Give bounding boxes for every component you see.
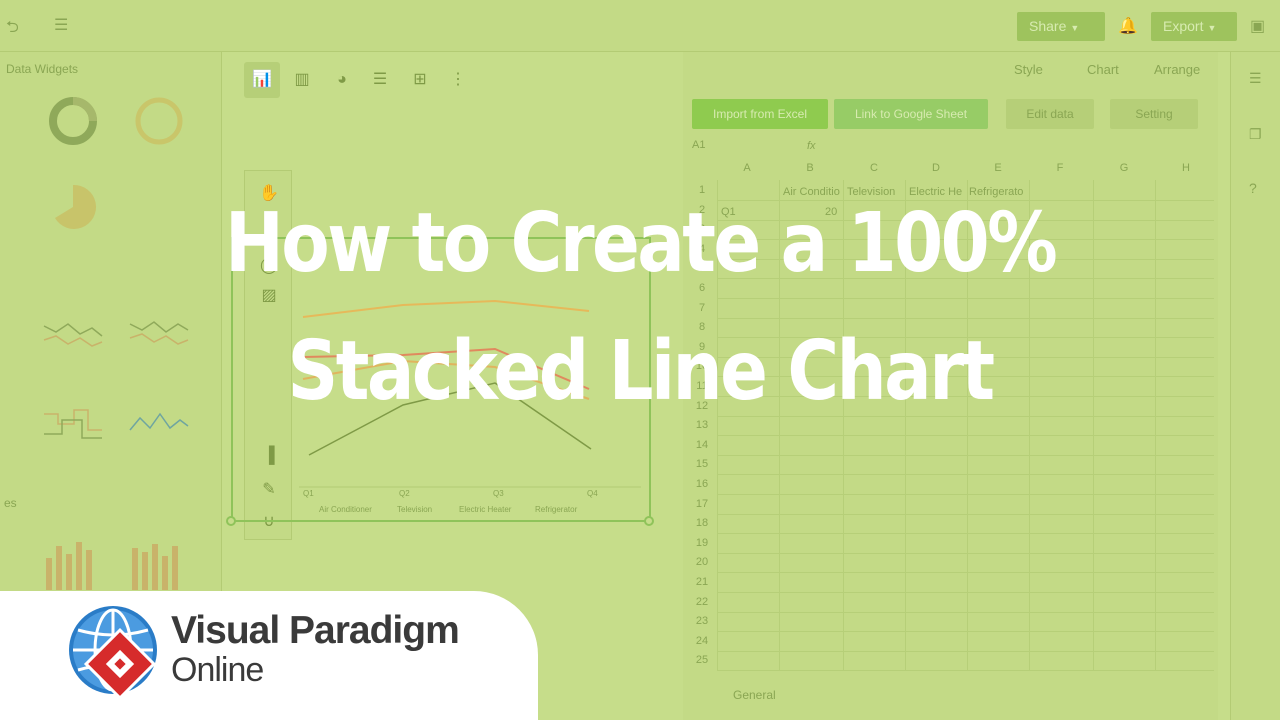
row-number[interactable]: 25 [687, 654, 717, 666]
chart-type-icon[interactable]: 📊 [244, 62, 280, 98]
import-excel-button[interactable]: Import from Excel [692, 99, 828, 129]
top-bar: ⮌ ☰ Share ▼ 🔔 Export ▼ ▣ [0, 0, 1280, 52]
row-number[interactable]: 18 [687, 517, 717, 529]
layout-icon[interactable]: ⊞ [402, 62, 438, 98]
help-icon[interactable]: ? [1249, 180, 1257, 196]
tab-arrange[interactable]: Arrange [1154, 62, 1200, 77]
grid-line [717, 631, 1214, 633]
column-header[interactable]: B [779, 162, 841, 180]
setting-button[interactable]: Setting [1110, 99, 1198, 129]
sliders-icon[interactable]: ☰ [362, 62, 398, 98]
resize-handle[interactable] [644, 516, 654, 526]
sheet-tab[interactable]: General [733, 688, 776, 702]
grid-line [717, 533, 1214, 535]
setting-label: Setting [1135, 107, 1173, 121]
export-button[interactable]: Export ▼ [1151, 12, 1237, 41]
export-label: Export [1163, 18, 1204, 34]
row-number[interactable]: 16 [687, 478, 717, 490]
gauge-widget[interactable] [130, 92, 188, 150]
back-icon[interactable]: ⮌ [6, 16, 19, 43]
brand-subtitle: Online [171, 651, 264, 689]
donut-widget[interactable] [44, 92, 102, 150]
grid-line [717, 611, 1214, 613]
share-label: Share [1029, 18, 1067, 34]
menu-icon[interactable]: ☰ [54, 15, 68, 35]
bar-chart-icon[interactable]: ▥ [284, 62, 320, 98]
sliders-icon[interactable]: ☰ [1249, 70, 1262, 87]
column-header[interactable]: G [1093, 162, 1155, 180]
stacked-bar-widget[interactable] [128, 538, 190, 592]
pie-chart-icon[interactable]: ◕ [324, 62, 360, 98]
column-header[interactable]: D [905, 162, 967, 180]
legend-item: Refrigerator [535, 505, 578, 514]
import-label: Import from Excel [712, 107, 808, 121]
chart-toolbar: 📊 ▥ ◕ ☰ ⊞ ⋮ [244, 62, 476, 100]
tab-style[interactable]: Style [1014, 62, 1043, 77]
column-header[interactable]: A [717, 162, 777, 180]
grid-line [717, 592, 1214, 593]
row-number[interactable]: 14 [687, 439, 717, 451]
grid-line [717, 650, 1214, 652]
x-tick: Q4 [587, 489, 598, 498]
grid-line [717, 670, 1214, 672]
x-tick: Q3 [493, 489, 504, 498]
row-number[interactable]: 20 [687, 556, 717, 568]
row-number[interactable]: 23 [687, 615, 717, 627]
x-tick: Q1 [303, 489, 314, 498]
row-number[interactable]: 17 [687, 498, 717, 510]
edit-data-button[interactable]: Edit data [1006, 99, 1094, 129]
tab-chart[interactable]: Chart [1087, 62, 1119, 77]
edit-label: Edit data [1026, 107, 1074, 121]
google-label: Link to Google Sheet [854, 107, 968, 121]
cell-reference[interactable]: A1 [692, 139, 792, 157]
pages-icon[interactable]: ▣ [1250, 16, 1265, 36]
brand-badge: Visual Paradigm Online [0, 591, 538, 720]
copy-icon[interactable]: ❐ [1249, 126, 1262, 143]
row-number[interactable]: 24 [687, 635, 717, 647]
bar-chart-widget[interactable] [42, 538, 104, 592]
share-button[interactable]: Share ▼ [1017, 12, 1105, 41]
chevron-down-icon: ▼ [1207, 23, 1217, 33]
formula-icon: fx [807, 140, 816, 152]
column-header[interactable]: E [967, 162, 1029, 180]
resize-handle[interactable] [226, 516, 236, 526]
grid-line [717, 513, 1214, 515]
grid-line [717, 474, 1214, 476]
title-line-1: How to Create a 100% [224, 196, 1058, 291]
panel-title: Data Widgets [6, 62, 79, 76]
more-icon[interactable]: ⋮ [440, 62, 476, 98]
right-rail: ☰ ❐ ? [1230, 52, 1280, 720]
title-line-2: Stacked Line Chart [287, 324, 995, 419]
grid-line [717, 552, 1214, 554]
video-title: How to Create a 100% Stacked Line Chart [90, 180, 1191, 436]
chevron-down-icon: ▼ [1070, 23, 1080, 33]
x-tick: Q2 [399, 489, 410, 498]
column-header[interactable]: C [843, 162, 905, 180]
row-number[interactable]: 21 [687, 576, 717, 588]
grid-line [717, 494, 1214, 495]
brand-name: Visual Paradigm [171, 609, 460, 652]
bell-icon[interactable]: 🔔 [1118, 16, 1138, 36]
row-number[interactable]: 22 [687, 596, 717, 608]
grid-line [717, 454, 1214, 456]
legend-item: Television [397, 505, 433, 514]
legend-item: Air Conditioner [319, 505, 372, 514]
grid-line [717, 572, 1214, 574]
row-number[interactable]: 19 [687, 537, 717, 549]
row-number[interactable]: 15 [687, 458, 717, 470]
column-header[interactable]: H [1155, 162, 1217, 180]
legend-item: Electric Heater [459, 505, 512, 514]
section-title: es [4, 496, 17, 510]
globe-logo-icon [69, 606, 157, 701]
google-sheet-button[interactable]: Link to Google Sheet [834, 99, 988, 129]
column-header[interactable]: F [1029, 162, 1091, 180]
